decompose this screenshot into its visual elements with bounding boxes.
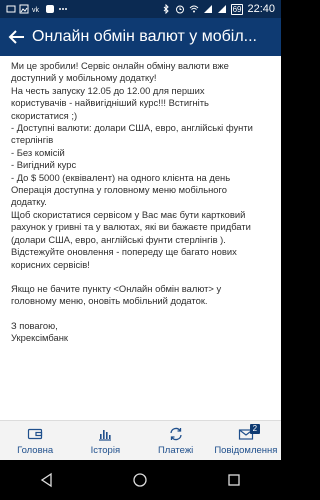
message-line: (долари США, евро, англійські фунти стер… (11, 233, 226, 245)
message-line: головному меню, оновіть мобільний додато… (11, 295, 208, 307)
message-line: Відстежуйте оновлення - попереду ще бага… (11, 246, 237, 258)
svg-text:vk: vk (32, 7, 40, 14)
battery-level: 69 (230, 3, 244, 15)
signoff-line: З повагою, (11, 319, 58, 331)
message-line: - До $ 5000 (еквівалент) на одного клієн… (11, 171, 231, 183)
message-line: корисних сервісів! (11, 258, 90, 270)
nav-label: Платежі (157, 444, 194, 456)
message-line: користувачів - найвигідніший курс!!! Вст… (11, 97, 209, 109)
signoff-line: Укрексімбанк (11, 332, 69, 344)
system-nav-bar (0, 460, 281, 500)
square-recents-icon (228, 474, 240, 486)
signal-icon (217, 5, 226, 13)
bluetooth-icon (163, 4, 169, 14)
clock: 22:40 (247, 3, 275, 15)
message-line: Операція доступна у головному меню мобіл… (11, 184, 227, 196)
status-bar: vk 69 22:40 (0, 0, 281, 18)
message-line: доступний у мобільному додатку! (11, 72, 157, 84)
message-line: - Без комісій (11, 146, 65, 158)
alarm-icon (175, 5, 184, 14)
wifi-icon (189, 5, 198, 13)
message-line: Ми це зробили! Сервіс онлайн обміну валю… (11, 60, 229, 71)
unread-badge: 2 (249, 424, 260, 434)
nav-item-payments[interactable]: Платежі (141, 421, 211, 460)
nav-label: Історія (90, 444, 121, 456)
nav-label: Головна (17, 444, 54, 456)
message-line: Якщо не бачите пункту <Онлайн обмін валю… (11, 282, 222, 294)
system-recents-button[interactable] (214, 460, 254, 500)
signal-icon (203, 5, 212, 13)
more-notifications-icon (59, 8, 67, 10)
bar-chart-icon (99, 429, 112, 441)
app-icon (46, 5, 54, 13)
triangle-back-icon (40, 472, 52, 488)
app-bar: Онлайн обмін валют у мобіл... (0, 18, 281, 56)
message-icon (6, 5, 16, 13)
nav-label: Повідомлення (214, 444, 278, 456)
image-icon (19, 4, 29, 14)
system-home-button[interactable] (120, 460, 160, 500)
bottom-nav: Головна Історія Платежі 2 Повідомлення (0, 420, 281, 460)
nav-item-history[interactable]: Історія (70, 421, 140, 460)
circle-home-icon (133, 473, 148, 487)
message-line: На честь запуску 12.05 до 12.00 для перш… (11, 84, 205, 96)
system-back-button[interactable] (27, 460, 67, 500)
nav-item-home[interactable]: Головна (0, 421, 70, 460)
message-line: - Вигідний курс (11, 159, 77, 171)
arrow-left-icon (8, 30, 24, 44)
message-line: - Доступні валюти: долари США, евро, анг… (11, 122, 253, 134)
wallet-icon (28, 428, 43, 439)
message-line: стерлінгів (11, 134, 54, 146)
message-line: додатку. (11, 196, 47, 208)
message-body: Ми це зробили! Сервіс онлайн обміну валю… (0, 56, 281, 420)
message-line: скористатися ;) (11, 109, 78, 121)
message-line: Щоб скористатися сервісом у Вас має бути… (11, 208, 246, 220)
nav-item-messages[interactable]: 2 Повідомлення (211, 421, 281, 460)
page-title: Онлайн обмін валют у мобіл... (32, 28, 257, 45)
back-button[interactable] (6, 26, 28, 48)
message-line: рахунок у гривні та у валютах, які ви ба… (11, 221, 251, 233)
refresh-icon (169, 427, 182, 440)
vk-icon: vk (32, 7, 40, 14)
